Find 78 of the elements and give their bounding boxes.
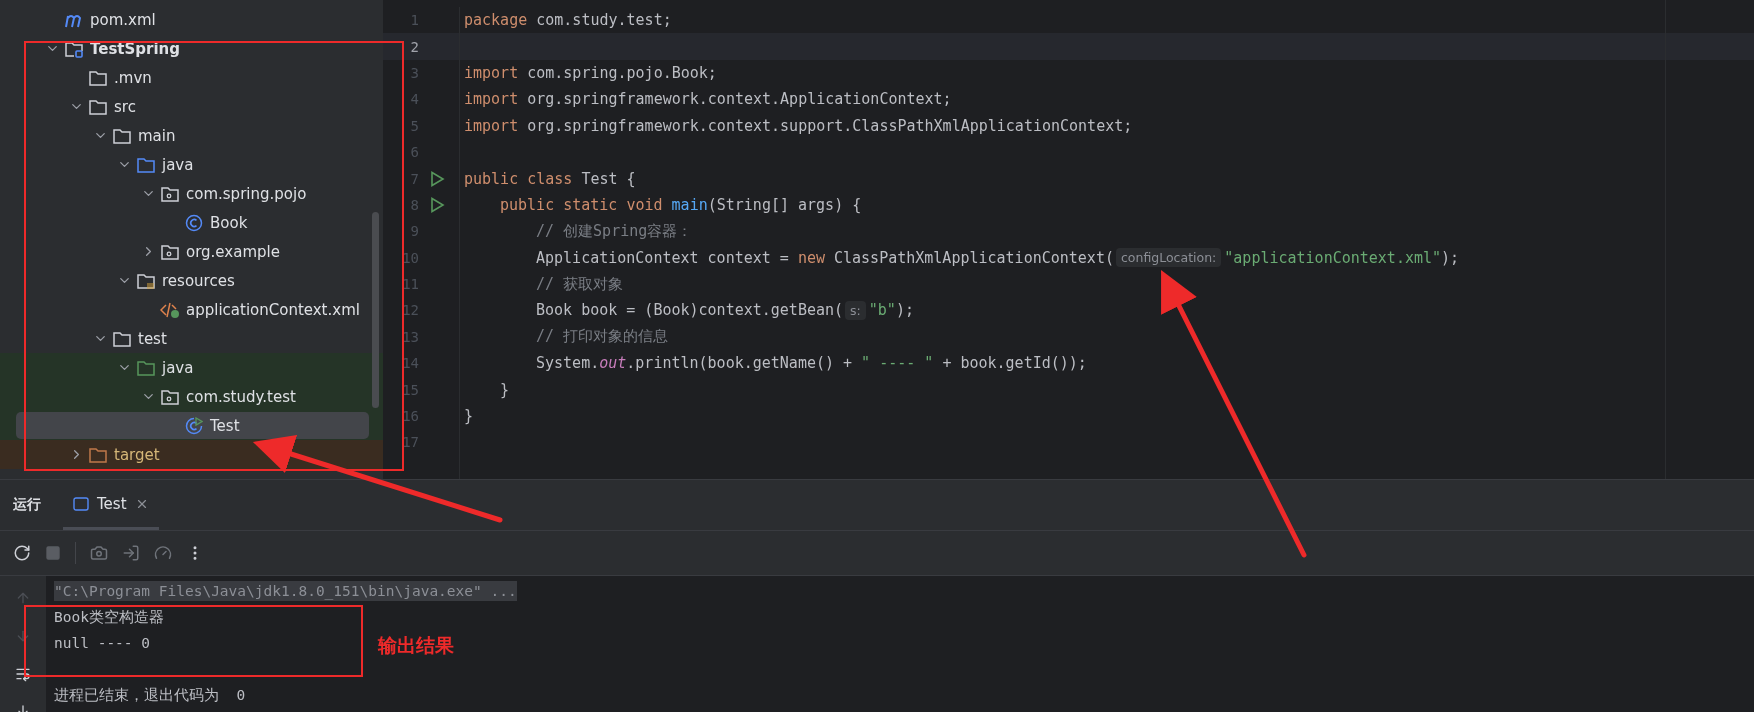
code-token: import bbox=[464, 63, 519, 82]
tree-item[interactable]: TestSpring bbox=[90, 39, 180, 58]
code-token: import bbox=[464, 116, 519, 135]
package-icon bbox=[160, 184, 180, 203]
tree-item[interactable]: pom.xml bbox=[90, 10, 156, 29]
run-icon[interactable] bbox=[429, 196, 445, 213]
code-token: .println(book.getName() + bbox=[626, 354, 853, 373]
code-token: out bbox=[599, 354, 627, 373]
console-line: null ---- 0 bbox=[54, 634, 151, 653]
runnable-class-icon bbox=[185, 416, 203, 435]
code-token: Test { bbox=[581, 169, 636, 188]
code-token: public class bbox=[464, 169, 573, 188]
code-token: "b" bbox=[868, 301, 896, 320]
source-folder-icon bbox=[136, 155, 156, 174]
code-token: org.springframework.context.support.ClassPathXmlApplicationContext; bbox=[527, 116, 1133, 135]
tree-item[interactable]: Book bbox=[210, 213, 248, 232]
annotation-label: 输出结果 bbox=[378, 633, 454, 658]
parameter-hint: s: bbox=[845, 301, 866, 320]
folder-icon bbox=[88, 97, 108, 116]
code-token: System. bbox=[536, 354, 600, 373]
code-token: org.springframework.context.ApplicationContext; bbox=[527, 90, 952, 109]
console-icon bbox=[73, 496, 89, 511]
code-token: ApplicationContext context = bbox=[536, 248, 789, 267]
code-token: } bbox=[464, 407, 474, 426]
code-token: new bbox=[797, 248, 825, 267]
parameter-hint: configLocation: bbox=[1115, 248, 1222, 268]
code-token: } bbox=[500, 380, 510, 399]
test-folder-icon bbox=[136, 358, 156, 377]
tree-item[interactable]: com.spring.pojo bbox=[186, 184, 307, 203]
tree-item[interactable]: test bbox=[138, 329, 167, 348]
tree-item[interactable]: main bbox=[138, 126, 176, 145]
folder-icon bbox=[112, 126, 132, 145]
code-comment: // 打印对象的信息 bbox=[536, 327, 669, 347]
code-token: ClassPathXmlApplicationContext( bbox=[834, 248, 1114, 267]
console-line: 进程已结束，退出代码为 0 bbox=[54, 685, 246, 705]
scrollbar[interactable] bbox=[372, 212, 379, 408]
code-comment: // 获取对象 bbox=[536, 274, 624, 294]
camera-icon[interactable] bbox=[90, 544, 108, 562]
code-token: "applicationContext.xml" bbox=[1224, 248, 1442, 267]
line-number: 2 bbox=[409, 38, 419, 55]
tree-item[interactable]: src bbox=[114, 97, 136, 116]
excluded-folder-icon bbox=[88, 445, 108, 464]
code-token: com.study.test; bbox=[536, 11, 672, 30]
code-token: Book book = (Book)context.getBean( bbox=[536, 301, 844, 320]
tree-item[interactable]: java bbox=[162, 155, 194, 174]
console-line: Book类空构造器 bbox=[54, 607, 164, 627]
package-icon bbox=[160, 387, 180, 406]
gauge-icon[interactable] bbox=[154, 544, 172, 562]
code-token: main bbox=[671, 195, 708, 214]
tree-item[interactable]: applicationContext.xml bbox=[186, 300, 360, 319]
tree-item[interactable]: com.study.test bbox=[186, 387, 296, 406]
import-icon[interactable] bbox=[122, 544, 140, 562]
resources-folder-icon bbox=[136, 271, 156, 290]
code-token: package bbox=[464, 11, 528, 30]
run-icon[interactable] bbox=[429, 170, 445, 187]
wrap-text-icon[interactable] bbox=[15, 666, 31, 682]
tree-item[interactable]: org.example bbox=[186, 242, 280, 261]
code-token: (String[] args) { bbox=[707, 195, 862, 214]
code-token: com.spring.pojo.Book; bbox=[527, 63, 717, 82]
code-comment: // 创建Spring容器： bbox=[536, 221, 693, 241]
tree-item[interactable]: .mvn bbox=[114, 68, 152, 87]
code-token: import bbox=[464, 90, 519, 109]
package-icon bbox=[160, 242, 180, 261]
class-icon bbox=[185, 213, 203, 232]
tree-item[interactable]: java bbox=[162, 358, 194, 377]
xml-file-icon bbox=[160, 300, 180, 319]
code-token: ); bbox=[895, 301, 914, 320]
code-token: + book.getId()); bbox=[942, 354, 1087, 373]
rerun-icon[interactable] bbox=[13, 544, 31, 562]
panel-title: 运行 bbox=[13, 496, 41, 514]
code-token: public static void bbox=[500, 195, 663, 214]
tree-item[interactable]: resources bbox=[162, 271, 235, 290]
folder-icon bbox=[88, 68, 108, 87]
folder-icon bbox=[112, 329, 132, 348]
tree-item[interactable]: target bbox=[114, 445, 160, 464]
code-token: ); bbox=[1441, 248, 1460, 267]
code-token: " ---- " bbox=[861, 354, 934, 373]
tree-item[interactable]: Test bbox=[210, 416, 240, 435]
